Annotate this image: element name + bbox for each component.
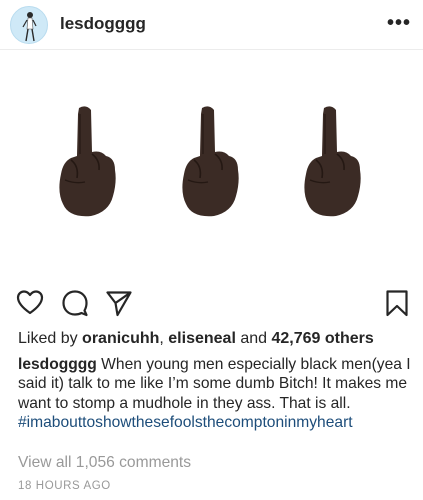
likes-middle: and xyxy=(235,330,272,347)
avatar-figure-icon xyxy=(22,12,37,42)
more-options-icon[interactable]: ••• xyxy=(387,12,411,35)
share-icon[interactable] xyxy=(105,289,133,317)
view-comments-link[interactable]: View all 1,056 comments xyxy=(18,454,191,472)
post-caption: lesdogggg When young men especially blac… xyxy=(18,355,413,433)
heart-icon[interactable] xyxy=(16,289,44,317)
liker-username[interactable]: eliseneal xyxy=(168,330,236,347)
avatar[interactable] xyxy=(10,6,48,44)
likes-prefix: Liked by xyxy=(18,330,83,347)
action-bar xyxy=(0,283,423,323)
likes-separator: , xyxy=(159,330,169,347)
comment-icon[interactable] xyxy=(61,289,89,317)
bookmark-icon[interactable] xyxy=(383,289,411,317)
middle-finger-emoji-icon xyxy=(59,106,116,217)
caption-username[interactable]: lesdogggg xyxy=(18,356,97,373)
likes-count[interactable]: 42,769 others xyxy=(271,330,373,347)
liker-username[interactable]: oranicuhh xyxy=(82,330,159,347)
middle-finger-emoji-icon xyxy=(182,106,239,217)
middle-finger-emoji-icon xyxy=(304,106,361,217)
post-header: lesdogggg ••• xyxy=(0,0,423,50)
post-timestamp: 18 HOURS AGO xyxy=(18,480,111,492)
likes-summary: Liked by oranicuhh, eliseneal and 42,769… xyxy=(18,330,374,348)
post-username[interactable]: lesdogggg xyxy=(60,14,146,34)
caption-hashtag[interactable]: #imabouttoshowthesefoolsthecomptoninmyhe… xyxy=(18,413,413,432)
